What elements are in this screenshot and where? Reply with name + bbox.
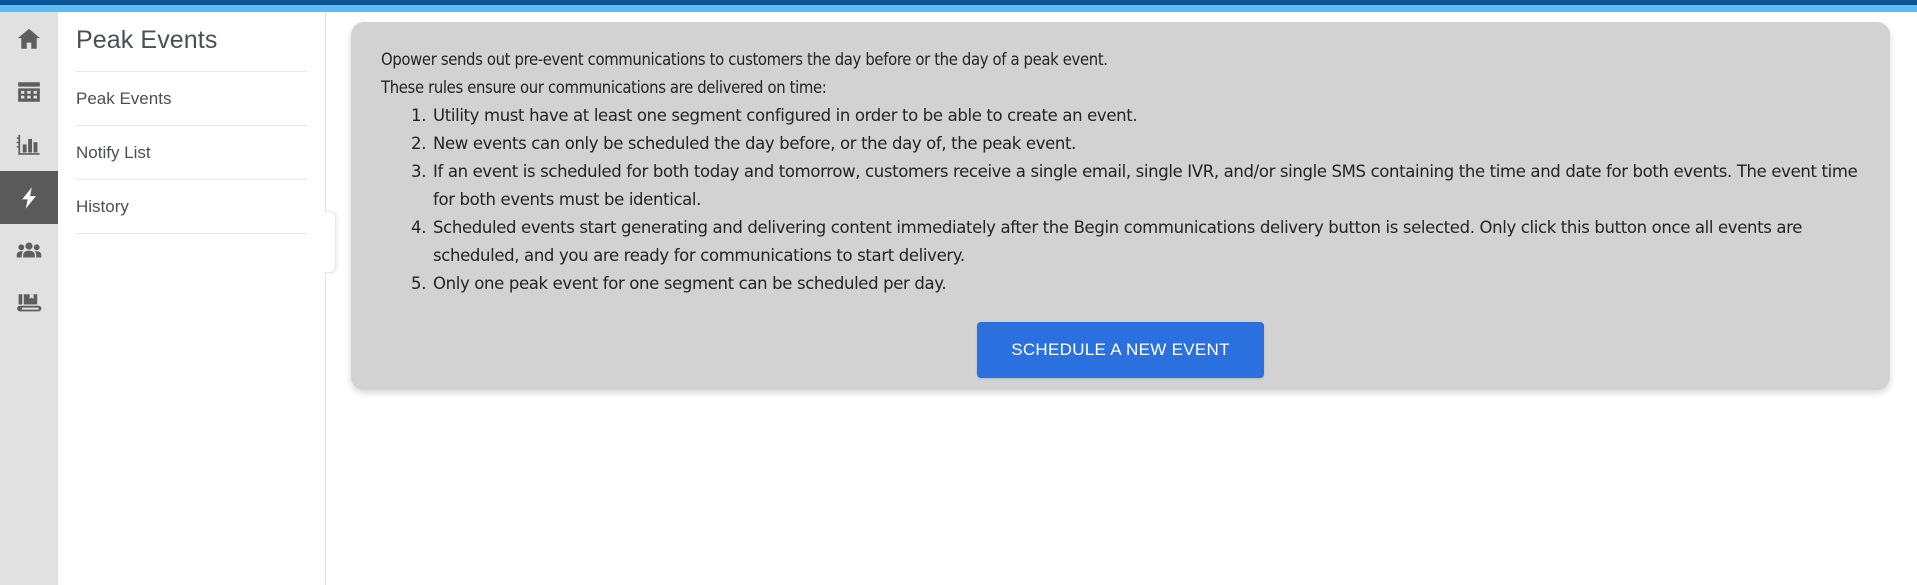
rule-item: Scheduled events start generating and de…	[431, 214, 1860, 270]
section-nav-panel: Peak Events Peak Events Notify List Hist…	[58, 12, 326, 585]
rule-item: If an event is scheduled for both today …	[431, 158, 1860, 214]
sidebar-item-history[interactable]: History	[76, 180, 307, 234]
rule-item: Utility must have at least one segment c…	[431, 102, 1860, 130]
rules-list: Utility must have at least one segment c…	[381, 102, 1860, 298]
peak-events-info-card: Opower sends out pre-event communication…	[351, 22, 1890, 390]
home-icon	[16, 26, 42, 52]
rail-item-calendar[interactable]	[0, 65, 58, 118]
rule-item: New events can only be scheduled the day…	[431, 130, 1860, 158]
sidebar-item-peak-events[interactable]: Peak Events	[76, 72, 307, 126]
intro-line-1: Opower sends out pre-event communication…	[381, 50, 1108, 69]
rail-item-customers[interactable]	[0, 224, 58, 277]
intro-line-2: These rules ensure our communications ar…	[381, 78, 827, 97]
global-icon-rail	[0, 12, 58, 585]
book-icon	[16, 291, 42, 317]
rail-item-reports[interactable]	[0, 118, 58, 171]
rail-item-library[interactable]	[0, 277, 58, 330]
rail-item-peak-events[interactable]	[0, 171, 58, 224]
people-group-icon	[16, 238, 42, 264]
top-accent-bar	[0, 5, 1917, 12]
panel-collapse-handle[interactable]	[324, 211, 336, 273]
bar-chart-icon	[16, 132, 42, 158]
rule-item: Only one peak event for one segment can …	[431, 270, 1860, 298]
app-root: Peak Events Peak Events Notify List Hist…	[0, 0, 1917, 585]
calendar-icon	[16, 79, 42, 105]
card-actions: SCHEDULE A NEW EVENT	[381, 322, 1860, 378]
rail-item-home[interactable]	[0, 12, 58, 65]
page-title: Peak Events	[76, 12, 307, 72]
lightning-bolt-icon	[16, 185, 42, 211]
sidebar-item-notify-list[interactable]: Notify List	[76, 126, 307, 180]
schedule-a-new-event-button[interactable]: SCHEDULE A NEW EVENT	[977, 322, 1264, 378]
